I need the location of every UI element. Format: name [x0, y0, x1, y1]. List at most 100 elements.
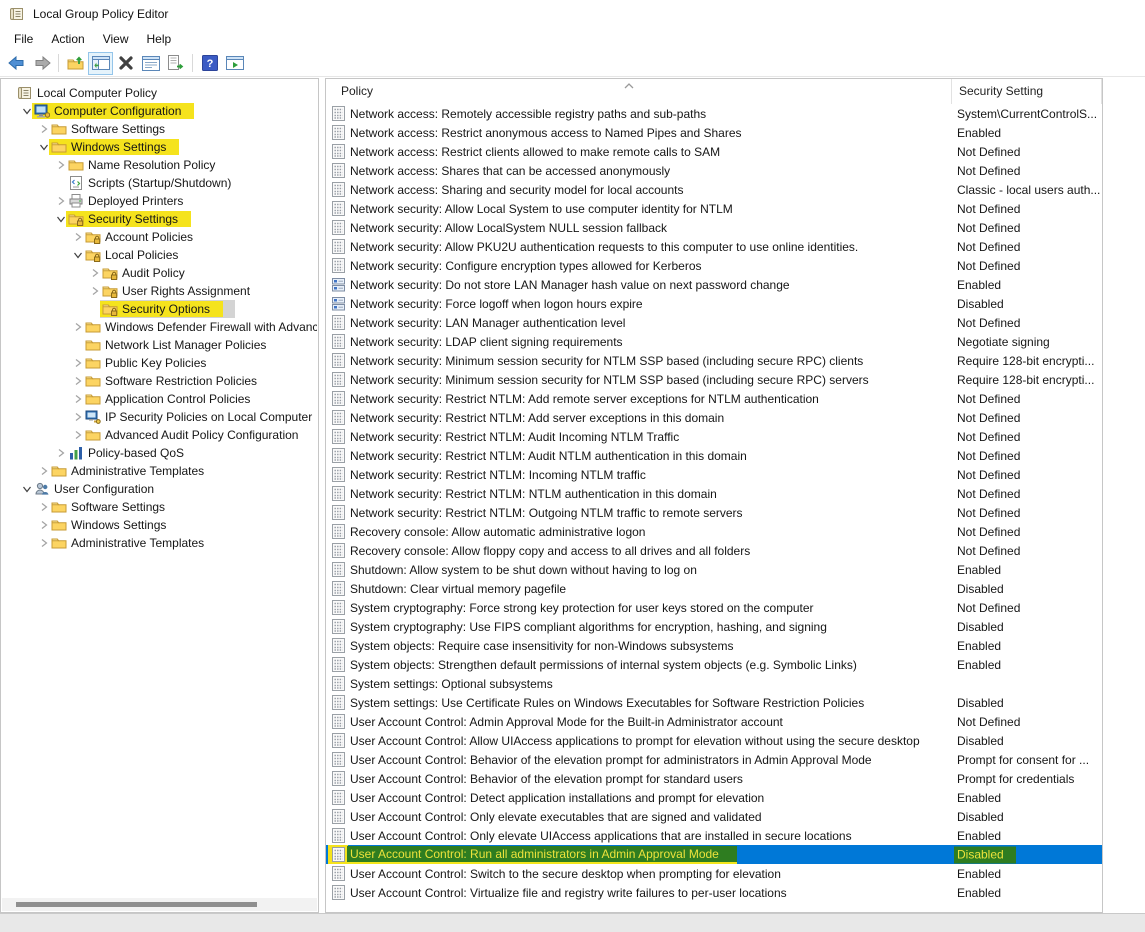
tree-item-deployed-printers[interactable]: Deployed Printers	[2, 192, 317, 210]
policy-row[interactable]: Network security: Restrict NTLM: NTLM au…	[326, 484, 1102, 503]
policy-row[interactable]: System objects: Require case insensitivi…	[326, 636, 1102, 655]
policy-row[interactable]: User Account Control: Switch to the secu…	[326, 864, 1102, 883]
tree-item-user-configuration[interactable]: User Configuration	[2, 480, 317, 498]
policy-row[interactable]: Network access: Remotely accessible regi…	[326, 104, 1102, 123]
menu-action[interactable]: Action	[42, 29, 93, 49]
toolbar-show-console-tree-button[interactable]	[88, 52, 113, 75]
tree-item-audit-policy[interactable]: Audit Policy	[2, 264, 317, 282]
policy-row[interactable]: System settings: Optional subsystems	[326, 674, 1102, 693]
menu-file[interactable]: File	[5, 29, 42, 49]
chevron-expanded-icon[interactable]	[55, 214, 66, 224]
policy-row[interactable]: User Account Control: Detect application…	[326, 788, 1102, 807]
policy-row[interactable]: User Account Control: Virtualize file an…	[326, 883, 1102, 902]
chevron-collapsed-icon[interactable]	[72, 358, 83, 368]
column-divider[interactable]	[951, 79, 952, 104]
tree-item-windows-settings[interactable]: Windows Settings	[2, 516, 317, 534]
chevron-expanded-icon[interactable]	[72, 250, 83, 260]
chevron-expanded-icon[interactable]	[21, 484, 32, 494]
policy-row[interactable]: User Account Control: Admin Approval Mod…	[326, 712, 1102, 731]
policy-row[interactable]: Network security: Force logoff when logo…	[326, 294, 1102, 313]
chevron-collapsed-icon[interactable]	[72, 322, 83, 332]
policy-row[interactable]: Network security: Restrict NTLM: Incomin…	[326, 465, 1102, 484]
column-header-policy[interactable]: Policy	[341, 84, 373, 98]
menu-help[interactable]: Help	[138, 29, 181, 49]
policy-row[interactable]: Shutdown: Clear virtual memory pagefileD…	[326, 579, 1102, 598]
policy-row[interactable]: System cryptography: Use FIPS compliant …	[326, 617, 1102, 636]
chevron-expanded-icon[interactable]	[38, 142, 49, 152]
policy-row[interactable]: Network security: Do not store LAN Manag…	[326, 275, 1102, 294]
policy-row[interactable]: Network security: Configure encryption t…	[326, 256, 1102, 275]
tree-item-software-settings[interactable]: Software Settings	[2, 498, 317, 516]
tree-item-ip-security-policies-on-local-computer[interactable]: IP Security Policies on Local Computer	[2, 408, 317, 426]
tree-item-scripts-startup-shutdown[interactable]: Scripts (Startup/Shutdown)	[2, 174, 317, 192]
policy-row[interactable]: System objects: Strengthen default permi…	[326, 655, 1102, 674]
tree-item-network-list-manager-policies[interactable]: Network List Manager Policies	[2, 336, 317, 354]
tree-item-local-policies[interactable]: Local Policies	[2, 246, 317, 264]
menu-view[interactable]: View	[94, 29, 138, 49]
policy-row[interactable]: Network security: LDAP client signing re…	[326, 332, 1102, 351]
tree-item-user-rights-assignment[interactable]: User Rights Assignment	[2, 282, 317, 300]
policy-row[interactable]: Network security: LAN Manager authentica…	[326, 313, 1102, 332]
chevron-collapsed-icon[interactable]	[55, 160, 66, 170]
policy-row[interactable]: Network security: Minimum session securi…	[326, 370, 1102, 389]
policy-row[interactable]: System cryptography: Force strong key pr…	[326, 598, 1102, 617]
policy-row[interactable]: User Account Control: Behavior of the el…	[326, 769, 1102, 788]
toolbar-delete-button[interactable]	[113, 52, 138, 75]
tree-item-computer-configuration[interactable]: Computer Configuration	[2, 102, 317, 120]
tree-item-administrative-templates[interactable]: Administrative Templates	[2, 462, 317, 480]
horizontal-scrollbar[interactable]	[2, 898, 317, 911]
chevron-collapsed-icon[interactable]	[55, 448, 66, 458]
chevron-collapsed-icon[interactable]	[72, 376, 83, 386]
policy-row[interactable]: User Account Control: Only elevate UIAcc…	[326, 826, 1102, 845]
chevron-collapsed-icon[interactable]	[38, 124, 49, 134]
column-divider[interactable]	[1101, 79, 1102, 104]
chevron-collapsed-icon[interactable]	[55, 196, 66, 206]
scrollbar-thumb[interactable]	[16, 902, 257, 907]
tree-item-software-settings[interactable]: Software Settings	[2, 120, 317, 138]
tree-item-account-policies[interactable]: Account Policies	[2, 228, 317, 246]
chevron-collapsed-icon[interactable]	[38, 538, 49, 548]
policy-row[interactable]: Shutdown: Allow system to be shut down w…	[326, 560, 1102, 579]
policy-row[interactable]: Network access: Shares that can be acces…	[326, 161, 1102, 180]
policy-row[interactable]: Network security: Allow LocalSystem NULL…	[326, 218, 1102, 237]
tree-item-application-control-policies[interactable]: Application Control Policies	[2, 390, 317, 408]
policy-row[interactable]: User Account Control: Only elevate execu…	[326, 807, 1102, 826]
chevron-collapsed-icon[interactable]	[89, 268, 100, 278]
tree-item-administrative-templates[interactable]: Administrative Templates	[2, 534, 317, 552]
policy-row[interactable]: Recovery console: Allow automatic admini…	[326, 522, 1102, 541]
policy-row[interactable]: Network security: Minimum session securi…	[326, 351, 1102, 370]
policy-row[interactable]: Network security: Restrict NTLM: Add ser…	[326, 408, 1102, 427]
policy-row[interactable]: Network access: Restrict clients allowed…	[326, 142, 1102, 161]
policy-row-selected[interactable]: User Account Control: Run all administra…	[326, 845, 1102, 864]
policy-row[interactable]: User Account Control: Behavior of the el…	[326, 750, 1102, 769]
chevron-collapsed-icon[interactable]	[72, 412, 83, 422]
tree-item-security-settings[interactable]: Security Settings	[2, 210, 317, 228]
tree-item-software-restriction-policies[interactable]: Software Restriction Policies	[2, 372, 317, 390]
chevron-collapsed-icon[interactable]	[38, 502, 49, 512]
tree-item-windows-settings[interactable]: Windows Settings	[2, 138, 317, 156]
chevron-collapsed-icon[interactable]	[72, 394, 83, 404]
column-header-security-setting[interactable]: Security Setting	[959, 84, 1043, 98]
chevron-collapsed-icon[interactable]	[38, 466, 49, 476]
policy-row[interactable]: Network security: Restrict NTLM: Add rem…	[326, 389, 1102, 408]
tree-item-windows-defender-firewall-with-advance[interactable]: Windows Defender Firewall with Advance	[2, 318, 317, 336]
tree-item-local-computer-policy[interactable]: Local Computer Policy	[2, 84, 317, 102]
toolbar-forward-button[interactable]	[29, 52, 54, 75]
toolbar-help-button[interactable]: ?	[197, 52, 222, 75]
policy-row[interactable]: System settings: Use Certificate Rules o…	[326, 693, 1102, 712]
policy-row[interactable]: Network security: Restrict NTLM: Outgoin…	[326, 503, 1102, 522]
tree-item-name-resolution-policy[interactable]: Name Resolution Policy	[2, 156, 317, 174]
policy-row[interactable]: Network security: Allow Local System to …	[326, 199, 1102, 218]
policy-row[interactable]: Network security: Restrict NTLM: Audit I…	[326, 427, 1102, 446]
policy-row[interactable]: Network access: Restrict anonymous acces…	[326, 123, 1102, 142]
tree-item-public-key-policies[interactable]: Public Key Policies	[2, 354, 317, 372]
chevron-collapsed-icon[interactable]	[72, 430, 83, 440]
toolbar-up-folder-button[interactable]	[63, 52, 88, 75]
chevron-collapsed-icon[interactable]	[89, 286, 100, 296]
chevron-collapsed-icon[interactable]	[38, 520, 49, 530]
tree-item-security-options[interactable]: Security Options	[2, 300, 317, 318]
tree-item-advanced-audit-policy-configuration[interactable]: Advanced Audit Policy Configuration	[2, 426, 317, 444]
chevron-collapsed-icon[interactable]	[72, 232, 83, 242]
toolbar-back-button[interactable]	[4, 52, 29, 75]
policy-row[interactable]: User Account Control: Allow UIAccess app…	[326, 731, 1102, 750]
